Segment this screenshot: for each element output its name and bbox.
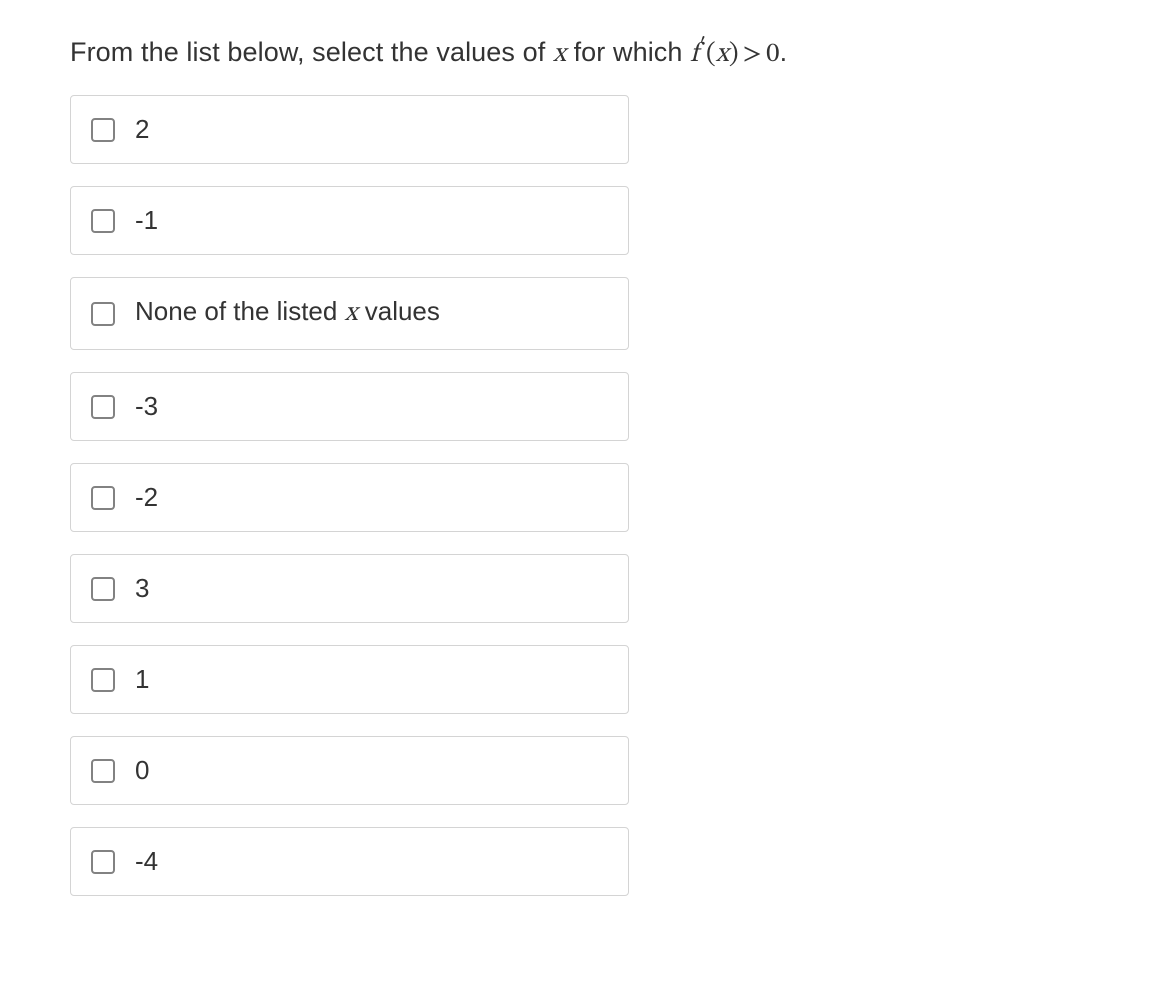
checkbox-icon[interactable]: [91, 209, 115, 233]
option-label: None of the listed x values: [135, 296, 440, 331]
close-paren: ): [729, 41, 739, 68]
open-paren: (: [706, 41, 716, 68]
checkbox-icon[interactable]: [91, 395, 115, 419]
options-list: 2 -1 None of the listed x values -3 -2 3: [70, 95, 629, 896]
checkbox-icon[interactable]: [91, 668, 115, 692]
option-6[interactable]: 1: [70, 645, 629, 714]
option-2-prefix: None of the listed: [135, 296, 345, 326]
option-label: 3: [135, 573, 149, 604]
option-1[interactable]: -1: [70, 186, 629, 255]
option-label: -1: [135, 205, 158, 236]
option-2-var: x: [345, 300, 358, 327]
option-2-suffix: values: [358, 296, 440, 326]
checkbox-icon[interactable]: [91, 759, 115, 783]
rhs-zero: 0: [766, 41, 779, 68]
option-0[interactable]: 2: [70, 95, 629, 164]
option-label: 0: [135, 755, 149, 786]
option-3[interactable]: -3: [70, 372, 629, 441]
question-container: From the list below, select the values o…: [0, 0, 1169, 936]
checkbox-icon[interactable]: [91, 486, 115, 510]
checkbox-icon[interactable]: [91, 118, 115, 142]
option-label: -2: [135, 482, 158, 513]
option-8[interactable]: -4: [70, 827, 629, 896]
question-middle: for which: [566, 37, 690, 67]
question-prompt: From the list below, select the values o…: [70, 34, 1099, 73]
option-2[interactable]: None of the listed x values: [70, 277, 629, 350]
option-label: 2: [135, 114, 149, 145]
question-suffix: .: [780, 37, 788, 67]
option-label: 1: [135, 664, 149, 695]
checkbox-icon[interactable]: [91, 577, 115, 601]
checkbox-icon[interactable]: [91, 850, 115, 874]
option-label: -4: [135, 846, 158, 877]
option-4[interactable]: -2: [70, 463, 629, 532]
option-7[interactable]: 0: [70, 736, 629, 805]
question-math-expression: f′(x)>0: [690, 41, 779, 68]
option-label: -3: [135, 391, 158, 422]
question-var-x: x: [553, 41, 566, 68]
option-5[interactable]: 3: [70, 554, 629, 623]
func-name: f: [690, 41, 698, 68]
operator-gt: >: [739, 41, 767, 68]
question-prefix: From the list below, select the values o…: [70, 37, 553, 67]
func-arg: x: [716, 41, 729, 68]
checkbox-icon[interactable]: [91, 302, 115, 326]
